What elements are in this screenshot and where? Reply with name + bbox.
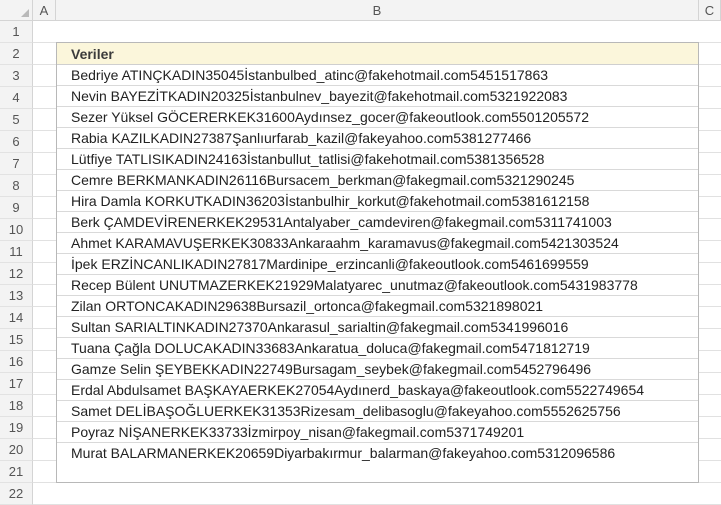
select-all-triangle-icon xyxy=(21,9,29,17)
column-header-a[interactable]: A xyxy=(33,0,56,21)
row-header[interactable]: 15 xyxy=(0,329,33,351)
row-header[interactable]: 22 xyxy=(0,483,33,505)
table-row[interactable]: Cemre BERKMANKADIN26116Bursacem_berkman@… xyxy=(57,170,698,191)
row-header[interactable]: 7 xyxy=(0,153,33,175)
table-row[interactable]: İpek ERZİNCANLIKADIN27817Mardinipe_erzin… xyxy=(57,254,698,275)
row-header[interactable]: 5 xyxy=(0,109,33,131)
row-header[interactable]: 14 xyxy=(0,307,33,329)
table-row[interactable]: Tuana Çağla DOLUCAKADIN33683Ankaratua_do… xyxy=(57,338,698,359)
table-row[interactable]: Murat BALARMANERKEK20659Diyarbakırmur_ba… xyxy=(57,443,698,464)
data-table: Veriler Bedriye ATINÇKADIN35045İstanbulb… xyxy=(56,42,699,483)
column-header-b[interactable]: B xyxy=(56,0,699,21)
table-row[interactable]: Recep Bülent UNUTMAZERKEK21929Malatyarec… xyxy=(57,275,698,296)
row-header[interactable]: 9 xyxy=(0,197,33,219)
row-header[interactable]: 20 xyxy=(0,439,33,461)
table-row[interactable]: Gamze Selin ŞEYBEKKADIN22749Bursagam_sey… xyxy=(57,359,698,380)
row-header[interactable]: 18 xyxy=(0,395,33,417)
row-header[interactable]: 4 xyxy=(0,87,33,109)
row-header[interactable]: 8 xyxy=(0,175,33,197)
row-header[interactable]: 3 xyxy=(0,65,33,87)
table-row[interactable]: Berk ÇAMDEVİRENERKEK29531Antalyaber_camd… xyxy=(57,212,698,233)
row-header[interactable]: 6 xyxy=(0,131,33,153)
table-row[interactable]: Ahmet KARAMAVUŞERKEK30833Ankaraahm_karam… xyxy=(57,233,698,254)
row-header[interactable]: 2 xyxy=(0,43,33,65)
table-row[interactable]: Sultan SARIALTINKADIN27370Ankarasul_sari… xyxy=(57,317,698,338)
spreadsheet: A B C 1 2 3 4 5 6 7 8 9 10 11 12 13 14 15 16 17 18 19 20 21 2… xyxy=(0,0,721,505)
table-row[interactable]: Nevin BAYEZİTKADIN20325İstanbulnev_bayez… xyxy=(57,86,698,107)
row-header[interactable]: 16 xyxy=(0,351,33,373)
table-row[interactable]: Erdal Abdulsamet BAŞKAYAERKEK27054Aydıne… xyxy=(57,380,698,401)
row-header[interactable]: 13 xyxy=(0,285,33,307)
table-row[interactable]: Hira Damla KORKUTKADIN36203İstanbulhir_k… xyxy=(57,191,698,212)
row-header[interactable]: 10 xyxy=(0,219,33,241)
table-row[interactable]: Bedriye ATINÇKADIN35045İstanbulbed_atinc… xyxy=(57,65,698,86)
table-row[interactable]: Rabia KAZILKADIN27387Şanlıurfarab_kazil@… xyxy=(57,128,698,149)
column-header-c[interactable]: C xyxy=(699,0,721,21)
table-header-veriler[interactable]: Veriler xyxy=(57,43,698,65)
row-header[interactable]: 19 xyxy=(0,417,33,439)
row-header[interactable]: 17 xyxy=(0,373,33,395)
table-row[interactable]: Samet DELİBAŞOĞLUERKEK31353Rizesam_delib… xyxy=(57,401,698,422)
select-all-corner[interactable] xyxy=(0,0,33,21)
table-row[interactable]: Zilan ORTONCAKADIN29638Bursazil_ortonca@… xyxy=(57,296,698,317)
row-header[interactable]: 12 xyxy=(0,263,33,285)
row-header[interactable]: 11 xyxy=(0,241,33,263)
table-row[interactable]: Sezer Yüksel GÖCERERKEK31600Aydınsez_goc… xyxy=(57,107,698,128)
table-row[interactable]: Poyraz NİŞANERKEK33733İzmirpoy_nisan@fak… xyxy=(57,422,698,443)
row-header[interactable]: 1 xyxy=(0,21,33,43)
row-header[interactable]: 21 xyxy=(0,461,33,483)
table-row[interactable]: Lütfiye TATLISIKADIN24163İstanbullut_tat… xyxy=(57,149,698,170)
